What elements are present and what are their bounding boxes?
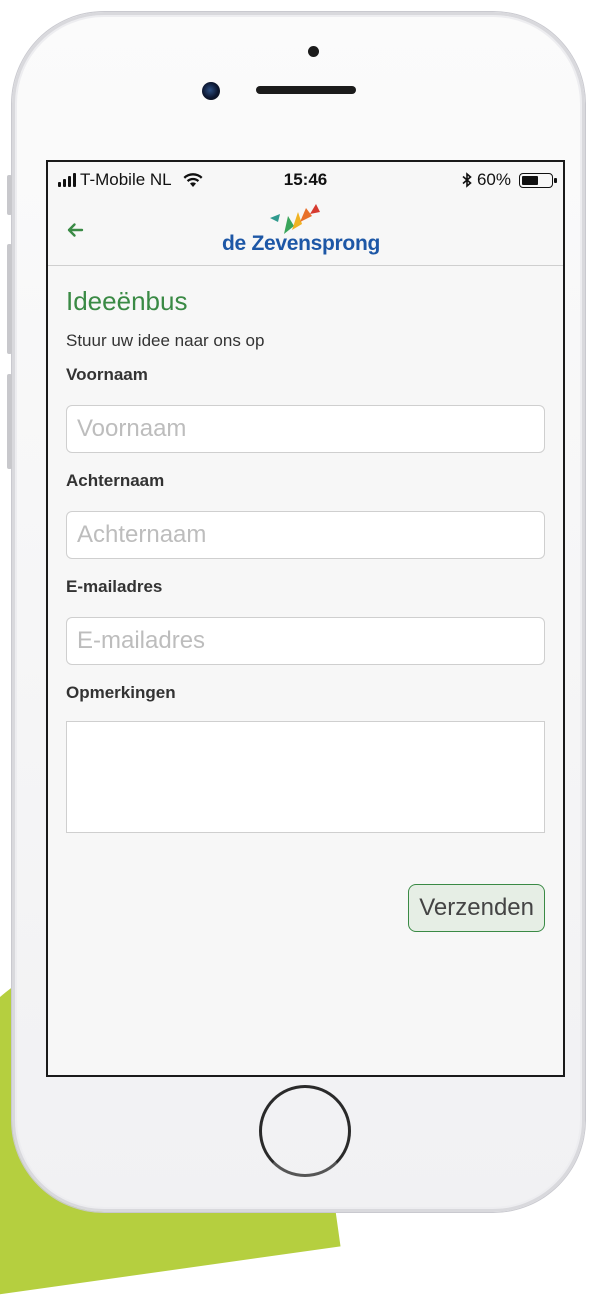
logo-mark-icon: [270, 204, 320, 234]
email-group: E-mailadres: [66, 577, 545, 665]
status-right: 60%: [461, 170, 557, 190]
last-name-label: Achternaam: [66, 471, 165, 490]
form-container: Ideeënbus Stuur uw idee naar ons op Voor…: [66, 266, 545, 932]
email-label: E-mailadres: [66, 577, 163, 596]
navigation-bar: de Zevensprong: [48, 198, 563, 266]
first-name-label: Voornaam: [66, 365, 148, 384]
phone-screen: T-Mobile NL 15:46 60% de Zevensprong Ide…: [46, 160, 565, 1077]
battery-percent: 60%: [476, 170, 511, 189]
last-name-input[interactable]: [66, 511, 545, 559]
app-logo: de Zevensprong: [216, 204, 406, 260]
battery-fill: [522, 175, 539, 185]
volume-down-button: [7, 374, 12, 469]
last-name-group: Achternaam: [66, 471, 545, 559]
submit-button[interactable]: Verzenden: [408, 884, 545, 932]
page-subtitle: Stuur uw idee naar ons op: [66, 331, 265, 350]
page-title: Ideeënbus: [66, 286, 188, 316]
logo-text: de Zevensprong: [222, 232, 380, 255]
proximity-sensor: [308, 46, 319, 57]
status-bar: T-Mobile NL 15:46 60%: [48, 162, 563, 198]
battery-icon: [519, 172, 557, 188]
remarks-group: Opmerkingen: [66, 683, 545, 833]
first-name-input[interactable]: [66, 405, 545, 453]
home-button[interactable]: [259, 1085, 351, 1177]
front-camera: [202, 82, 220, 100]
remarks-textarea[interactable]: [66, 721, 545, 833]
volume-up-button: [7, 244, 12, 354]
earpiece-speaker: [256, 86, 356, 94]
mute-switch: [7, 175, 12, 215]
bluetooth-icon: [462, 172, 472, 188]
arrow-left-icon[interactable]: [62, 216, 90, 244]
remarks-label: Opmerkingen: [66, 683, 176, 702]
first-name-group: Voornaam: [66, 365, 545, 453]
email-input[interactable]: [66, 617, 545, 665]
